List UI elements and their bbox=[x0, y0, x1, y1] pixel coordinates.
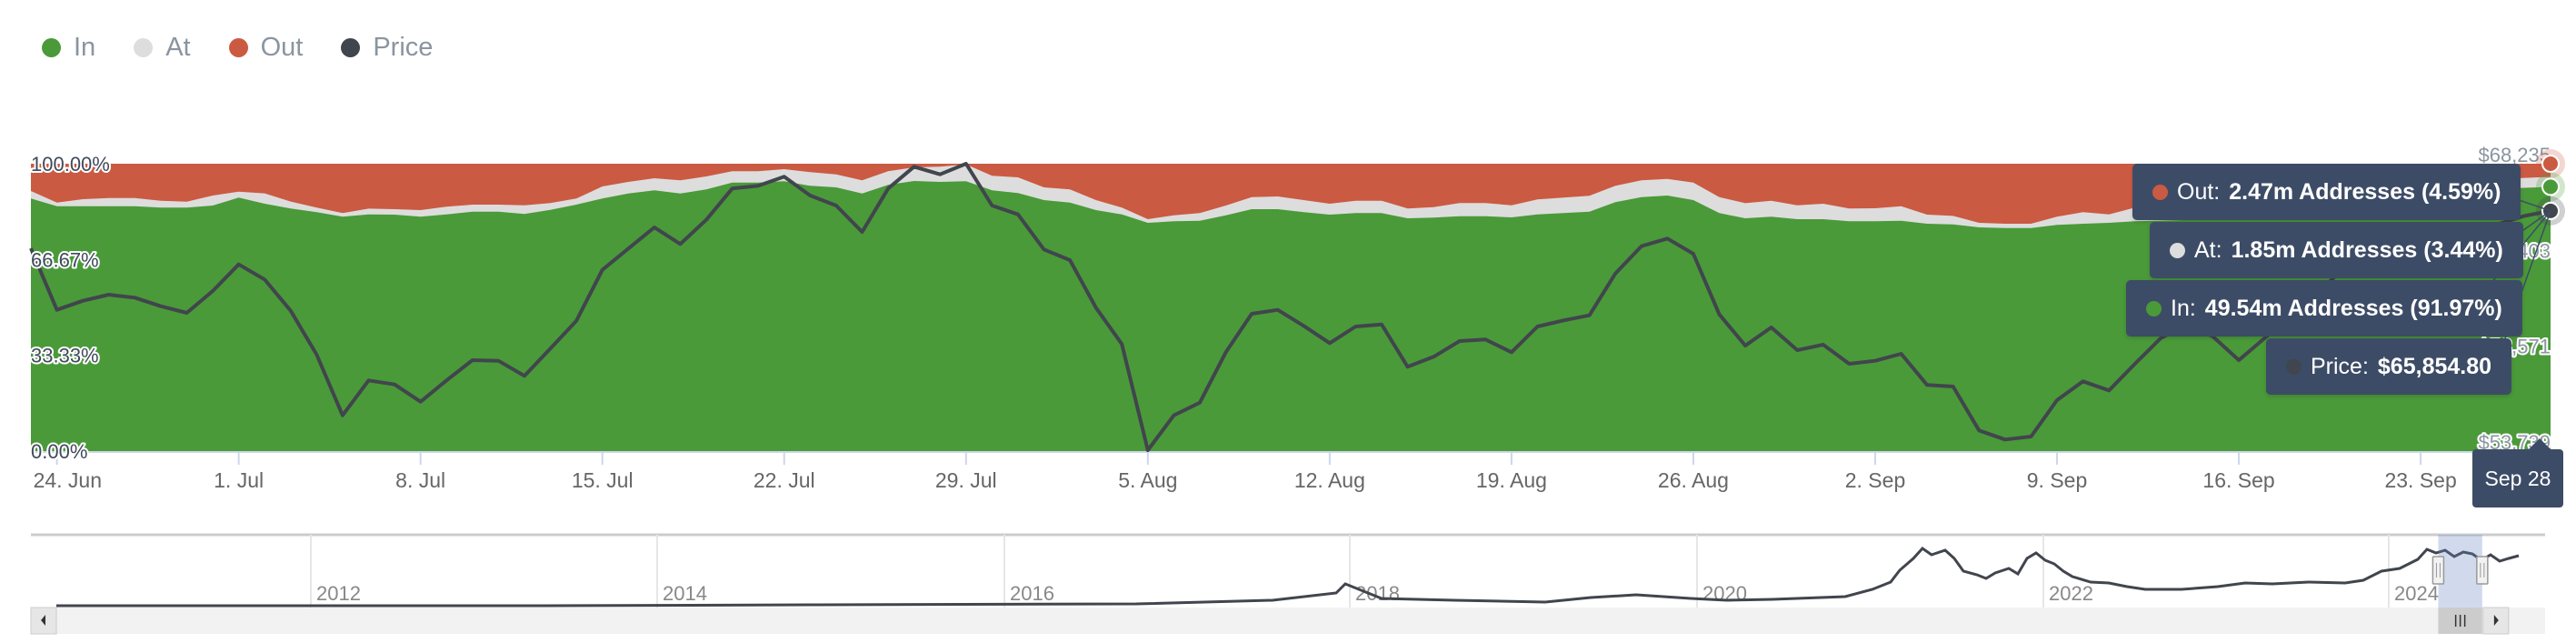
y-left-tick-label: 33.33% bbox=[31, 345, 99, 367]
navigator-year-label: 2022 bbox=[2049, 582, 2093, 605]
navigator-year-label: 2016 bbox=[1010, 582, 1054, 605]
navigator-handle-right[interactable] bbox=[2476, 556, 2489, 585]
tooltip-in: In: 49.54m Addresses (91.97%) bbox=[2126, 280, 2522, 337]
tooltip-price-value: $65,854.80 bbox=[2377, 353, 2492, 379]
x-tick-label: 22. Jul bbox=[754, 468, 815, 492]
tooltip-price: Price: $65,854.80 bbox=[2266, 338, 2512, 395]
x-axis-ticks: 24. Jun 1. Jul 8. Jul 15. Jul 22. Jul 29. Jul… bbox=[34, 452, 2457, 492]
x-tick-label: 23. Sep bbox=[2384, 468, 2456, 492]
x-tick-label: 9. Sep bbox=[2027, 468, 2088, 492]
hover-marker-in bbox=[2541, 177, 2560, 196]
tooltip-out-value: 2.47m Addresses (4.59%) bbox=[2229, 178, 2501, 205]
navigator[interactable]: 2012 2014 2016 2018 2020 2022 2024 bbox=[30, 533, 2545, 635]
x-tick-label: 12. Aug bbox=[1294, 468, 1365, 492]
tooltip-at: At: 1.85m Addresses (3.44%) bbox=[2150, 222, 2523, 278]
x-tick-label: 16. Sep bbox=[2202, 468, 2274, 492]
x-tick-label: 19. Aug bbox=[1476, 468, 1547, 492]
navigator-selection bbox=[2438, 535, 2482, 608]
x-tick-label: 24. Jun bbox=[34, 468, 102, 492]
tooltip-at-label: At: bbox=[2194, 236, 2222, 263]
navigator-year-label: 2018 bbox=[1355, 582, 1400, 605]
y-left-tick-label: 66.67% bbox=[31, 248, 99, 271]
scrollbar-track[interactable] bbox=[44, 608, 2545, 634]
tooltip-in-label: In: bbox=[2171, 295, 2196, 321]
tooltip-out-dot bbox=[2152, 184, 2168, 200]
tooltip-at-dot bbox=[2170, 242, 2185, 258]
navigator-year-label: 2014 bbox=[663, 582, 707, 605]
navigator-year-label: 2012 bbox=[316, 582, 361, 605]
crosshair-date-label: Sep 28 bbox=[2472, 438, 2563, 507]
navigator-price-line bbox=[56, 547, 2520, 608]
x-tick-label: 15. Jul bbox=[572, 468, 634, 492]
x-tick-label: 1. Jul bbox=[214, 468, 264, 492]
tooltip-in-value: 49.54m Addresses (91.97%) bbox=[2204, 295, 2502, 321]
tooltip-out-label: Out: bbox=[2177, 178, 2221, 205]
x-tick-label: 29. Jul bbox=[935, 468, 997, 492]
hover-marker-out bbox=[2541, 155, 2560, 173]
tooltip-price-dot bbox=[2286, 358, 2301, 375]
x-tick-label: 5. Aug bbox=[1118, 468, 1177, 492]
y-left-tick-label: 0.00% bbox=[31, 440, 87, 463]
x-tick-label: 26. Aug bbox=[1658, 468, 1729, 492]
tooltip-in-dot bbox=[2146, 300, 2162, 316]
x-tick-label: 8. Jul bbox=[395, 468, 445, 492]
tooltip-at-value: 1.85m Addresses (3.44%) bbox=[2231, 236, 2503, 263]
tooltip-out: Out: 2.47m Addresses (4.59%) bbox=[2132, 164, 2521, 220]
y-left-tick-label: 100.00% bbox=[31, 153, 110, 176]
navigator-year-label: 2024 bbox=[2394, 582, 2439, 605]
x-tick-label: 2. Sep bbox=[1845, 468, 1906, 492]
tooltip-price-label: Price: bbox=[2311, 353, 2369, 379]
navigator-handle-left[interactable] bbox=[2431, 556, 2445, 585]
